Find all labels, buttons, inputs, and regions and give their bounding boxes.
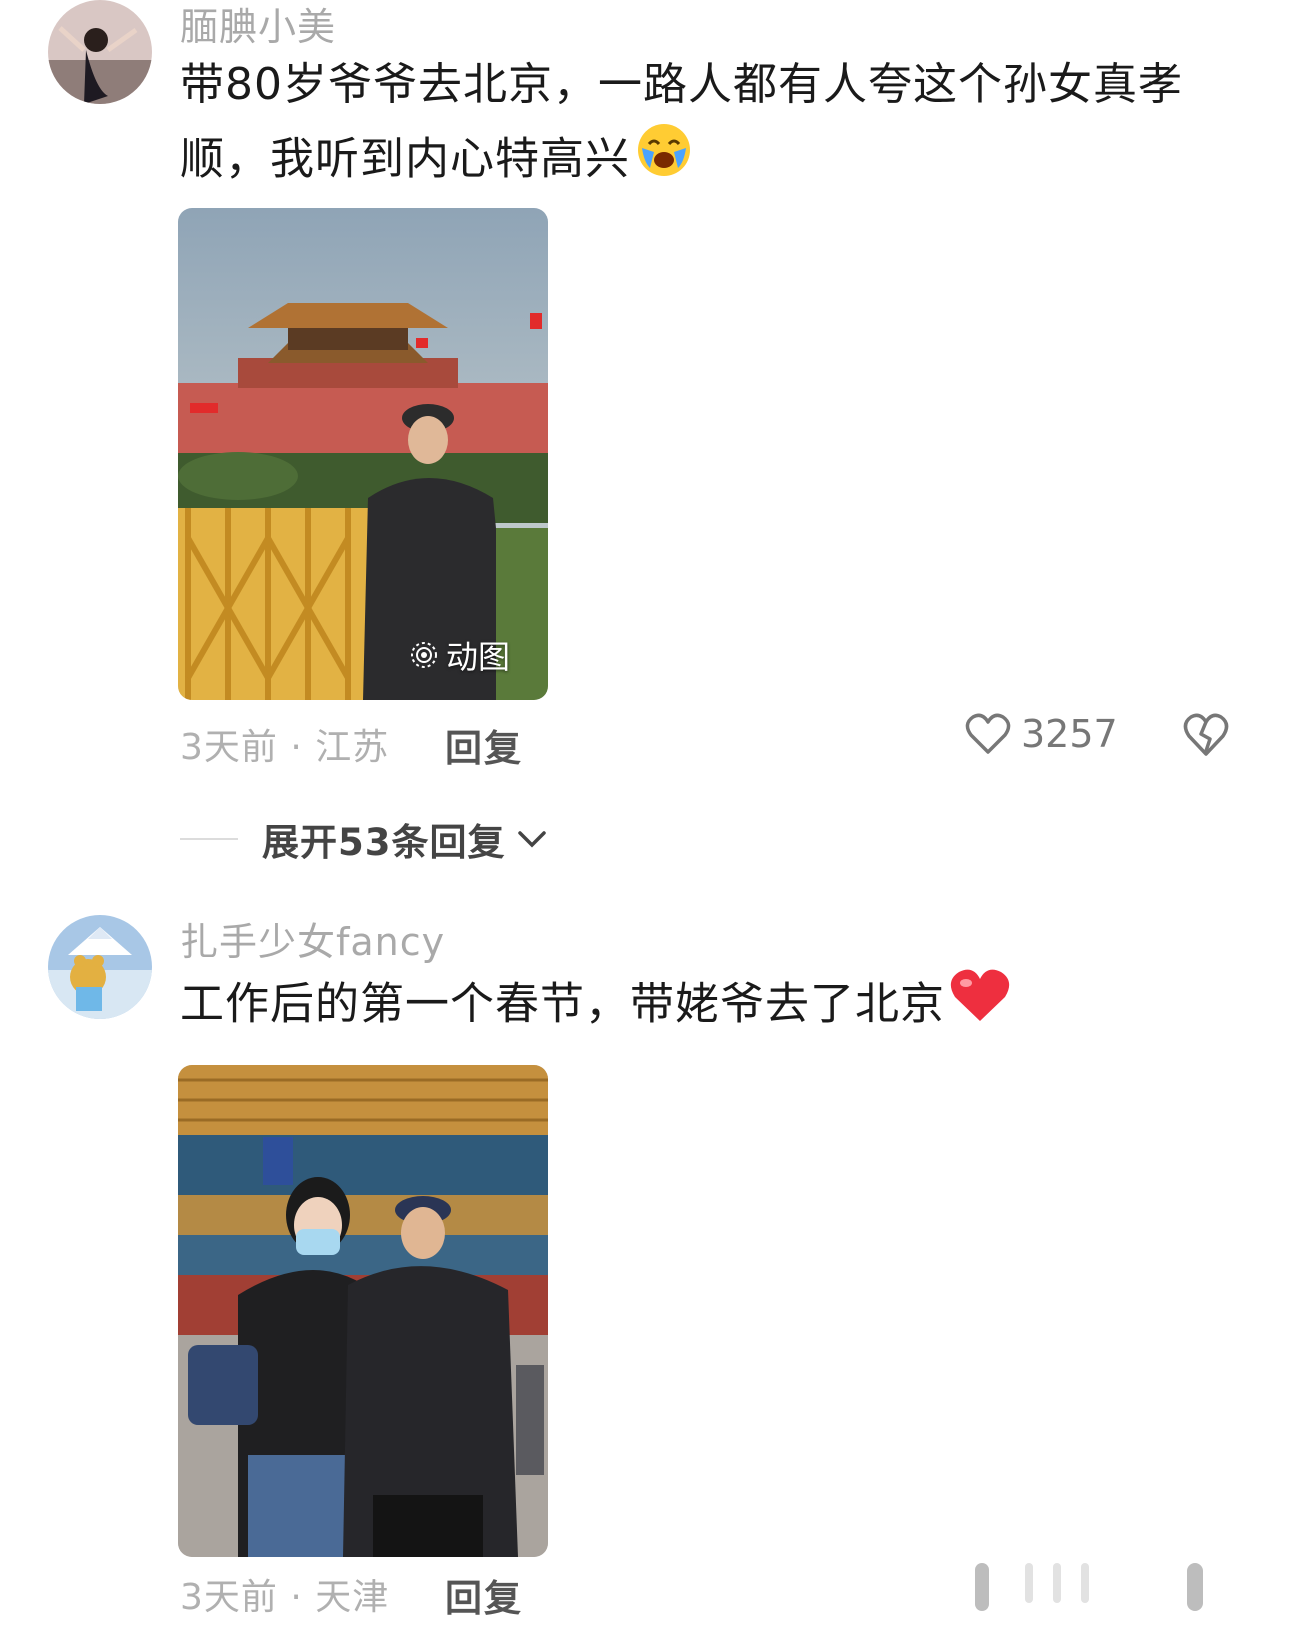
comment-text: 带80岁爷爷去北京，一路人都有人夸这个孙女真孝顺，我听到内心特高兴 [180, 48, 1190, 201]
avatar[interactable] [48, 0, 152, 104]
chevron-down-icon [517, 831, 546, 848]
gif-label: 动图 [445, 638, 510, 676]
comment-photo[interactable] [178, 1065, 548, 1557]
username[interactable]: 扎手少女fancy [180, 911, 445, 966]
divider-line [180, 838, 238, 840]
red-heart-emoji [949, 967, 1011, 1046]
comment-meta: 3天前 · 天津 [180, 1577, 390, 1618]
like-count: 3257 [1021, 712, 1118, 756]
comment-meta: 3天前 · 江苏 [180, 727, 390, 768]
reply-button[interactable]: 回复 [445, 718, 523, 772]
username[interactable]: 腼腆小美 [180, 0, 336, 51]
heart-outline-icon [965, 713, 1011, 754]
crying-face-emoji [634, 122, 694, 201]
dislike-button[interactable] [1183, 712, 1229, 762]
reply-button[interactable]: 回复 [445, 1568, 523, 1622]
like-button[interactable]: 3257 [965, 712, 1118, 756]
avatar[interactable] [48, 915, 152, 1019]
comment-photo[interactable]: 动图 [178, 208, 548, 700]
gif-badge: 动图 [410, 632, 510, 678]
expand-replies-label: 展开53条回复 [262, 821, 506, 864]
gif-icon [410, 642, 437, 668]
broken-heart-icon [1183, 713, 1229, 756]
action-bar-icon [975, 1563, 1203, 1611]
comment-text: 工作后的第一个春节，带姥爷去了北京 [180, 967, 1190, 1046]
comment-text-content: 工作后的第一个春节，带姥爷去了北京 [180, 978, 945, 1030]
bottom-action-icons [975, 1563, 1225, 1627]
expand-replies[interactable]: 展开53条回复 [180, 812, 548, 866]
